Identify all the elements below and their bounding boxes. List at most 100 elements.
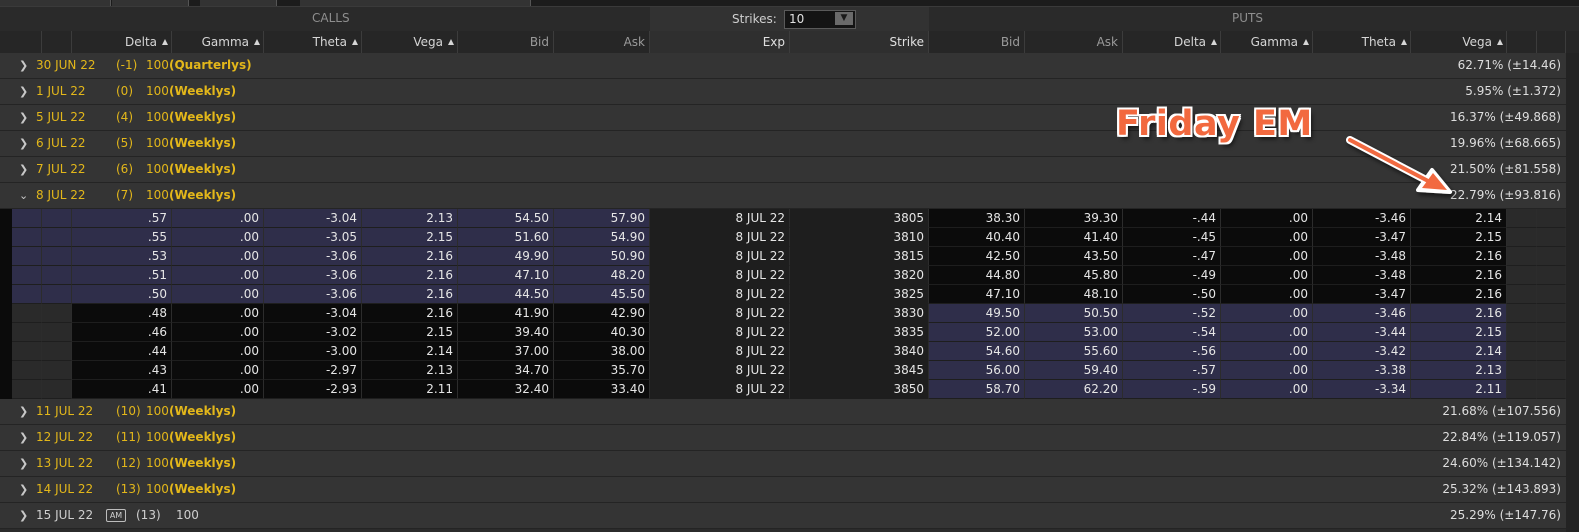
cell-c-vega[interactable]: 2.16 <box>362 266 458 285</box>
cell-c-gamma[interactable]: .00 <box>172 342 264 361</box>
cell-p-gamma[interactable]: .00 <box>1221 266 1313 285</box>
cell-c-gamma[interactable]: .00 <box>172 247 264 266</box>
cell-p-delta[interactable]: -.56 <box>1123 342 1221 361</box>
cell-p-theta[interactable]: -3.46 <box>1313 209 1411 228</box>
cell-p-theta[interactable]: -3.47 <box>1313 285 1411 304</box>
cell-c-bid[interactable]: 41.90 <box>458 304 554 323</box>
cell-p-gamma[interactable]: .00 <box>1221 304 1313 323</box>
cell-p-gamma[interactable]: .00 <box>1221 247 1313 266</box>
cell-p-theta[interactable]: -3.46 <box>1313 304 1411 323</box>
option-row[interactable]: .44.00 -3.00 2.14 37.00 38.00 8 JUL 22 3840 54.… <box>0 342 1579 361</box>
chevron-right-icon[interactable]: ❯ <box>19 405 28 418</box>
cell-c-vega[interactable]: 2.16 <box>362 285 458 304</box>
chevron-right-icon[interactable]: ❯ <box>19 137 28 150</box>
cell-p-vega[interactable]: 2.14 <box>1411 342 1507 361</box>
cell-p-delta[interactable]: -.59 <box>1123 380 1221 399</box>
cell-p-theta[interactable]: -3.48 <box>1313 266 1411 285</box>
cell-c-gamma[interactable]: .00 <box>172 209 264 228</box>
cell-p-delta[interactable]: -.47 <box>1123 247 1221 266</box>
cell-c-delta[interactable]: .57 <box>72 209 172 228</box>
cell-c-ask[interactable]: 40.30 <box>554 323 650 342</box>
chevron-right-icon[interactable]: ❯ <box>19 431 28 444</box>
cell-c-theta[interactable]: -3.05 <box>264 228 362 247</box>
cell-c-vega[interactable]: 2.15 <box>362 323 458 342</box>
cell-p-bid[interactable]: 40.40 <box>929 228 1025 247</box>
cell-p-delta[interactable]: -.57 <box>1123 361 1221 380</box>
header-puts-theta[interactable]: Theta <box>1313 31 1411 53</box>
cell-p-gamma[interactable]: .00 <box>1221 209 1313 228</box>
chevron-right-icon[interactable]: ❯ <box>19 457 28 470</box>
chevron-down-icon[interactable]: ▼ <box>835 12 853 25</box>
cell-c-bid[interactable]: 44.50 <box>458 285 554 304</box>
cell-p-gamma[interactable]: .00 <box>1221 323 1313 342</box>
cell-c-delta[interactable]: .41 <box>72 380 172 399</box>
option-row[interactable]: .41.00 -2.93 2.11 32.40 33.40 8 JUL 22 3850 58.… <box>0 380 1579 399</box>
chevron-right-icon[interactable]: ❯ <box>19 59 28 72</box>
header-calls-gamma[interactable]: Gamma <box>172 31 264 53</box>
cell-p-delta[interactable]: -.45 <box>1123 228 1221 247</box>
strikes-select[interactable]: 10 ▼ <box>784 10 856 29</box>
cell-c-ask[interactable]: 33.40 <box>554 380 650 399</box>
cell-p-ask[interactable]: 43.50 <box>1025 247 1123 266</box>
cell-p-vega[interactable]: 2.16 <box>1411 266 1507 285</box>
cell-c-theta[interactable]: -3.02 <box>264 323 362 342</box>
expiration-row[interactable]: ❯ 11 JUL 22 (10) 100 (Weeklys) 21.68% (±107.5… <box>0 399 1579 425</box>
cell-c-theta[interactable]: -3.04 <box>264 209 362 228</box>
cell-p-theta[interactable]: -3.47 <box>1313 228 1411 247</box>
chevron-right-icon[interactable]: ❯ <box>19 509 28 522</box>
option-row[interactable]: .53.00 -3.06 2.16 49.90 50.90 8 JUL 22 3815 42.… <box>0 247 1579 266</box>
cell-c-delta[interactable]: .43 <box>72 361 172 380</box>
cell-c-theta[interactable]: -3.06 <box>264 285 362 304</box>
cell-c-ask[interactable]: 35.70 <box>554 361 650 380</box>
expiration-row[interactable]: ❯ 30 JUN 22 (-1) 100 (Quarterlys) 62.71% (±14… <box>0 53 1579 79</box>
cell-c-theta[interactable]: -2.97 <box>264 361 362 380</box>
cell-c-vega[interactable]: 2.11 <box>362 380 458 399</box>
cell-p-vega[interactable]: 2.16 <box>1411 285 1507 304</box>
cell-c-vega[interactable]: 2.14 <box>362 342 458 361</box>
cell-c-ask[interactable]: 57.90 <box>554 209 650 228</box>
cell-c-vega[interactable]: 2.15 <box>362 228 458 247</box>
cell-c-bid[interactable]: 37.00 <box>458 342 554 361</box>
cell-c-theta[interactable]: -3.00 <box>264 342 362 361</box>
header-exp[interactable]: Exp <box>650 31 790 53</box>
header-calls-theta[interactable]: Theta <box>264 31 362 53</box>
cell-c-gamma[interactable]: .00 <box>172 285 264 304</box>
cell-c-bid[interactable]: 54.50 <box>458 209 554 228</box>
cell-p-delta[interactable]: -.50 <box>1123 285 1221 304</box>
header-calls-ask[interactable]: Ask <box>554 31 650 53</box>
cell-c-gamma[interactable]: .00 <box>172 266 264 285</box>
header-calls-delta[interactable]: Delta <box>72 31 172 53</box>
cell-c-vega[interactable]: 2.13 <box>362 361 458 380</box>
cell-p-theta[interactable]: -3.34 <box>1313 380 1411 399</box>
expiration-row[interactable]: ❯ 5 JUL 22 (4) 100 (Weeklys) 16.37% (±49.868) <box>0 105 1579 131</box>
expiration-row[interactable]: ❯ 13 JUL 22 (12) 100 (Weeklys) 24.60% (±134.1… <box>0 451 1579 477</box>
cell-p-vega[interactable]: 2.15 <box>1411 228 1507 247</box>
cell-c-gamma[interactable]: .00 <box>172 380 264 399</box>
cell-p-vega[interactable]: 2.16 <box>1411 247 1507 266</box>
cell-c-theta[interactable]: -3.04 <box>264 304 362 323</box>
cell-p-ask[interactable]: 41.40 <box>1025 228 1123 247</box>
cell-p-bid[interactable]: 52.00 <box>929 323 1025 342</box>
header-puts-delta[interactable]: Delta <box>1123 31 1221 53</box>
header-puts-vega[interactable]: Vega <box>1411 31 1507 53</box>
cell-p-theta[interactable]: -3.48 <box>1313 247 1411 266</box>
cell-c-vega[interactable]: 2.16 <box>362 304 458 323</box>
cell-c-bid[interactable]: 34.70 <box>458 361 554 380</box>
cell-p-ask[interactable]: 55.60 <box>1025 342 1123 361</box>
cell-p-ask[interactable]: 39.30 <box>1025 209 1123 228</box>
cell-p-bid[interactable]: 44.80 <box>929 266 1025 285</box>
option-row[interactable]: .51.00 -3.06 2.16 47.10 48.20 8 JUL 22 3820 44.… <box>0 266 1579 285</box>
cell-p-gamma[interactable]: .00 <box>1221 228 1313 247</box>
expiration-row[interactable]: ❯ 1 JUL 22 (0) 100 (Weeklys) 5.95% (±1.372) <box>0 79 1579 105</box>
option-row[interactable]: .46.00 -3.02 2.15 39.40 40.30 8 JUL 22 3835 52.… <box>0 323 1579 342</box>
chevron-right-icon[interactable]: ❯ <box>19 85 28 98</box>
cell-c-delta[interactable]: .53 <box>72 247 172 266</box>
cell-p-vega[interactable]: 2.13 <box>1411 361 1507 380</box>
chevron-right-icon[interactable]: ❯ <box>19 483 28 496</box>
cell-p-delta[interactable]: -.49 <box>1123 266 1221 285</box>
cell-p-vega[interactable]: 2.15 <box>1411 323 1507 342</box>
cell-p-theta[interactable]: -3.42 <box>1313 342 1411 361</box>
cell-p-gamma[interactable]: .00 <box>1221 361 1313 380</box>
cell-c-bid[interactable]: 49.90 <box>458 247 554 266</box>
cell-c-delta[interactable]: .55 <box>72 228 172 247</box>
